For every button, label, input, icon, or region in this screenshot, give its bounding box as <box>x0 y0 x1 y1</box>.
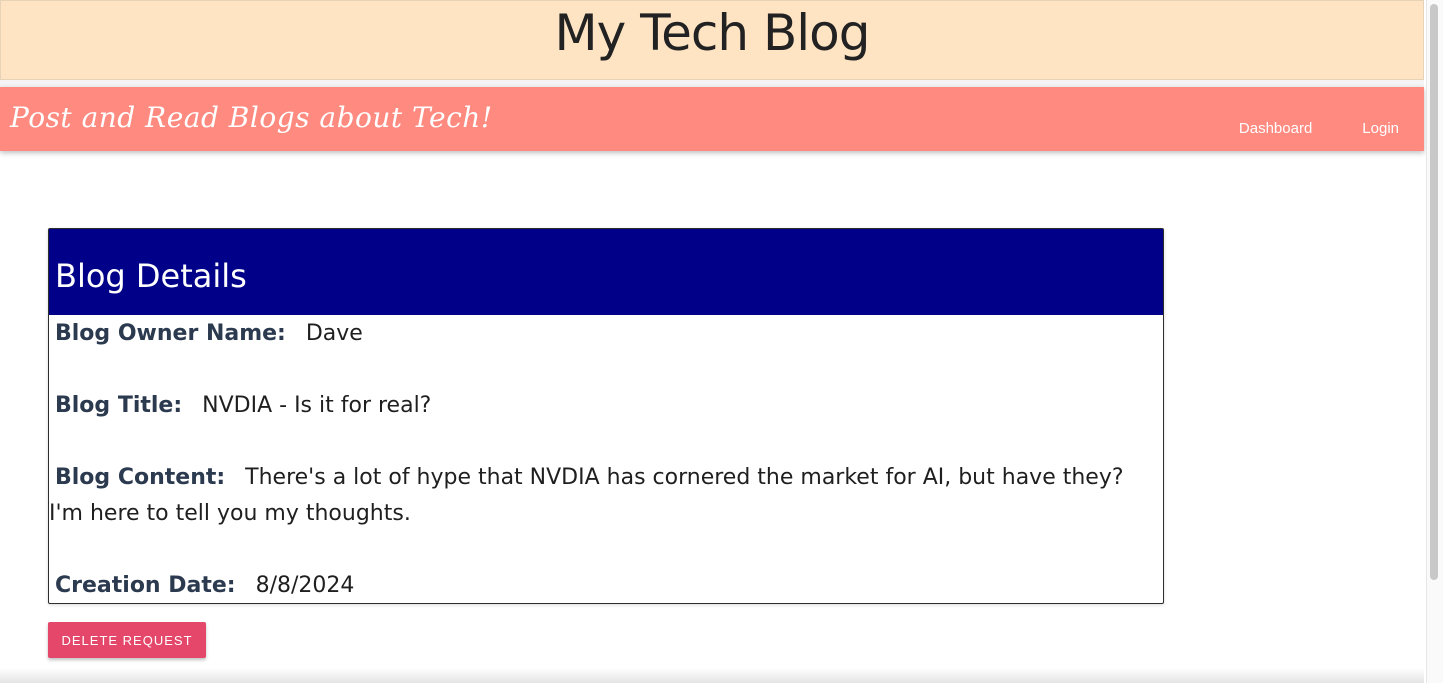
site-tagline: Post and Read Blogs about Tech! <box>10 101 493 134</box>
site-title: My Tech Blog <box>554 4 870 62</box>
date-label: Creation Date: <box>55 573 236 598</box>
title-label: Blog Title: <box>55 393 183 418</box>
nav-links: Dashboard Login <box>1214 87 1424 151</box>
nav-link-login[interactable]: Login <box>1337 87 1424 151</box>
blog-details-card: Blog Details Blog Owner Name: Dave Blog T… <box>48 228 1164 604</box>
owner-label: Blog Owner Name: <box>55 321 286 346</box>
owner-value: Dave <box>305 321 363 346</box>
date-value: 8/8/2024 <box>255 573 355 598</box>
vertical-scrollbar[interactable] <box>1426 0 1443 683</box>
detail-owner: Blog Owner Name: Dave <box>49 316 1149 352</box>
detail-date: Creation Date: 8/8/2024 <box>49 568 1149 604</box>
card-header: Blog Details <box>49 229 1163 315</box>
scrollbar-thumb[interactable] <box>1430 4 1438 580</box>
navbar: Post and Read Blogs about Tech! Dashboar… <box>0 87 1424 151</box>
bottom-shadow <box>0 668 1424 683</box>
delete-request-button[interactable]: DELETE REQUEST <box>48 622 206 658</box>
content-label: Blog Content: <box>55 465 226 490</box>
page: My Tech Blog Post and Read Blogs about T… <box>0 0 1443 683</box>
browser-viewport: My Tech Blog Post and Read Blogs about T… <box>0 0 1427 683</box>
detail-title: Blog Title: NVDIA - Is it for real? <box>49 388 1149 424</box>
detail-content: Blog Content: There's a lot of hype that … <box>49 460 1149 532</box>
nav-link-dashboard[interactable]: Dashboard <box>1214 87 1337 151</box>
title-value: NVDIA - Is it for real? <box>202 393 432 418</box>
site-header: My Tech Blog <box>0 0 1424 80</box>
header-divider <box>0 80 1424 87</box>
card-title: Blog Details <box>55 257 247 295</box>
